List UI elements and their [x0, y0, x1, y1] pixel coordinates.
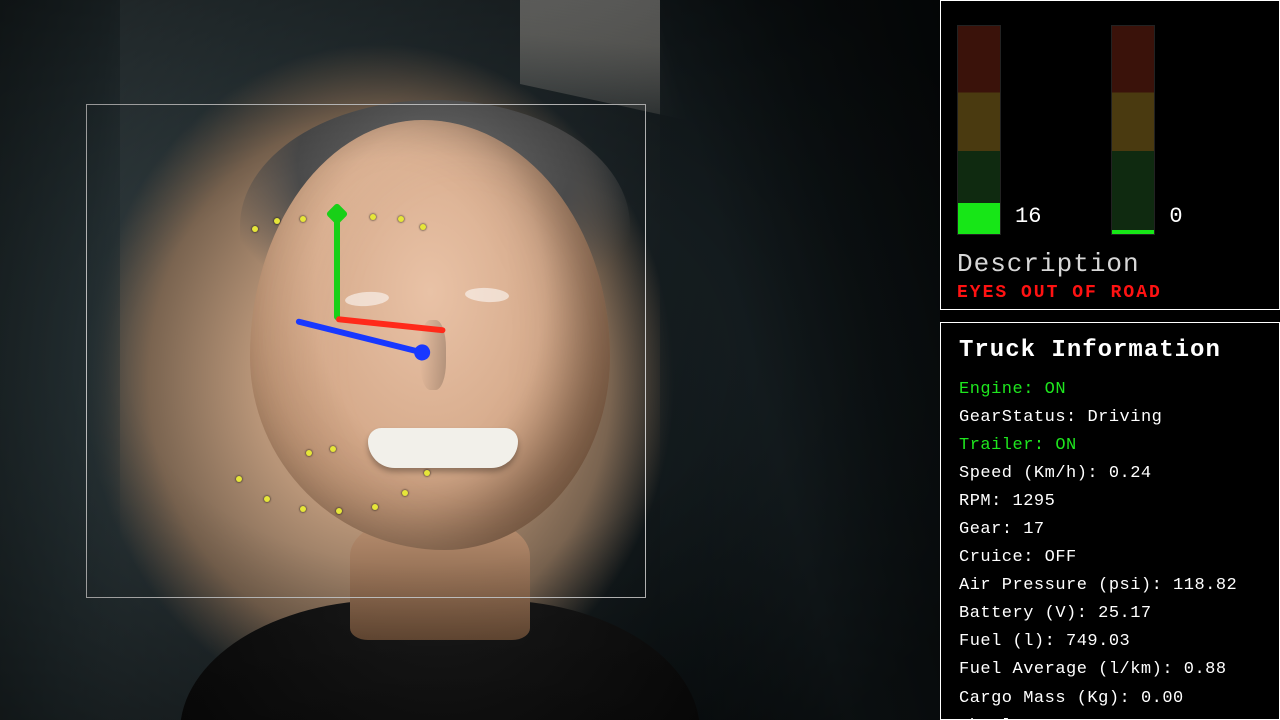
truck-info-label: Wheel Wear	[959, 717, 1087, 720]
truck-info-label: Speed (Km/h)	[959, 464, 1109, 483]
truck-info-value: 5.27	[1087, 717, 1130, 720]
gauge-right-value: 0	[1169, 204, 1182, 229]
landmark-point	[252, 226, 258, 232]
truck-info-row: Speed (Km/h)0.24	[959, 460, 1261, 488]
truck-info-value: OFF	[1045, 548, 1077, 567]
truck-info-label: Cargo Mass (Kg)	[959, 689, 1141, 708]
truck-info-row: Fuel (l)749.03	[959, 628, 1261, 656]
truck-info-label: Fuel Average (l/km)	[959, 660, 1184, 679]
driver-monitoring-dashboard: 16 0 Description EYES OUT OF ROAD Truck …	[0, 0, 1280, 720]
gauge-left-bar	[957, 25, 1001, 235]
gauge-left: 16	[957, 25, 1041, 235]
landmark-point	[420, 224, 426, 230]
landmark-point	[236, 476, 242, 482]
truck-info-value: ON	[1045, 380, 1066, 399]
telemetry-column: 16 0 Description EYES OUT OF ROAD Truck …	[940, 0, 1280, 720]
truck-info-row: EngineON	[959, 376, 1261, 404]
landmark-point	[306, 450, 312, 456]
truck-info-title: Truck Information	[959, 337, 1261, 364]
truck-info-panel: Truck Information EngineONGearStatusDriv…	[940, 322, 1280, 720]
landmark-point	[424, 470, 430, 476]
gauge-right: 0	[1111, 25, 1182, 235]
truck-info-row: RPM1295	[959, 488, 1261, 516]
truck-info-row: GearStatusDriving	[959, 404, 1261, 432]
truck-info-row: Cargo Mass (Kg)0.00	[959, 685, 1261, 713]
truck-info-label: Battery (V)	[959, 604, 1098, 623]
truck-info-label: Fuel (l)	[959, 632, 1066, 651]
landmark-point	[300, 216, 306, 222]
truck-info-value: Driving	[1087, 408, 1162, 427]
cabin-pillar-right	[660, 0, 940, 720]
camera-feed	[0, 0, 940, 720]
description-label: Description	[957, 249, 1263, 279]
truck-info-value: 1295	[1013, 492, 1056, 511]
landmark-point	[402, 490, 408, 496]
truck-info-row: Wheel Wear5.27	[959, 713, 1261, 720]
landmark-point	[264, 496, 270, 502]
truck-info-row: Battery (V)25.17	[959, 600, 1261, 628]
truck-info-value: 17	[1023, 520, 1044, 539]
truck-info-label: RPM	[959, 492, 1013, 511]
landmark-point	[330, 446, 336, 452]
truck-info-row: Air Pressure (psi)118.82	[959, 572, 1261, 600]
landmark-point	[372, 504, 378, 510]
truck-info-value: 749.03	[1066, 632, 1130, 651]
attention-gauge-panel: 16 0 Description EYES OUT OF ROAD	[940, 0, 1280, 310]
landmark-point	[300, 506, 306, 512]
gauge-left-value: 16	[1015, 204, 1041, 229]
landmark-point	[370, 214, 376, 220]
truck-info-label: GearStatus	[959, 408, 1087, 427]
truck-info-row: TrailerON	[959, 432, 1261, 460]
truck-info-value: 0.24	[1109, 464, 1152, 483]
truck-info-row: Fuel Average (l/km)0.88	[959, 656, 1261, 684]
face-bounding-box	[86, 104, 646, 598]
truck-info-label: Engine	[959, 380, 1045, 399]
landmark-point	[274, 218, 280, 224]
landmark-point	[398, 216, 404, 222]
truck-info-label: Air Pressure (psi)	[959, 576, 1173, 595]
landmark-point	[336, 508, 342, 514]
truck-info-row: CruiceOFF	[959, 544, 1261, 572]
gauge-right-bar	[1111, 25, 1155, 235]
truck-info-value: 0.00	[1141, 689, 1184, 708]
truck-info-label: Gear	[959, 520, 1023, 539]
truck-info-value: 25.17	[1098, 604, 1152, 623]
truck-info-label: Cruice	[959, 548, 1045, 567]
truck-info-value: 0.88	[1184, 660, 1227, 679]
truck-info-value: 118.82	[1173, 576, 1237, 595]
truck-info-value: ON	[1055, 436, 1076, 455]
truck-info-row: Gear17	[959, 516, 1261, 544]
truck-info-label: Trailer	[959, 436, 1055, 455]
attention-alert: EYES OUT OF ROAD	[957, 283, 1263, 303]
